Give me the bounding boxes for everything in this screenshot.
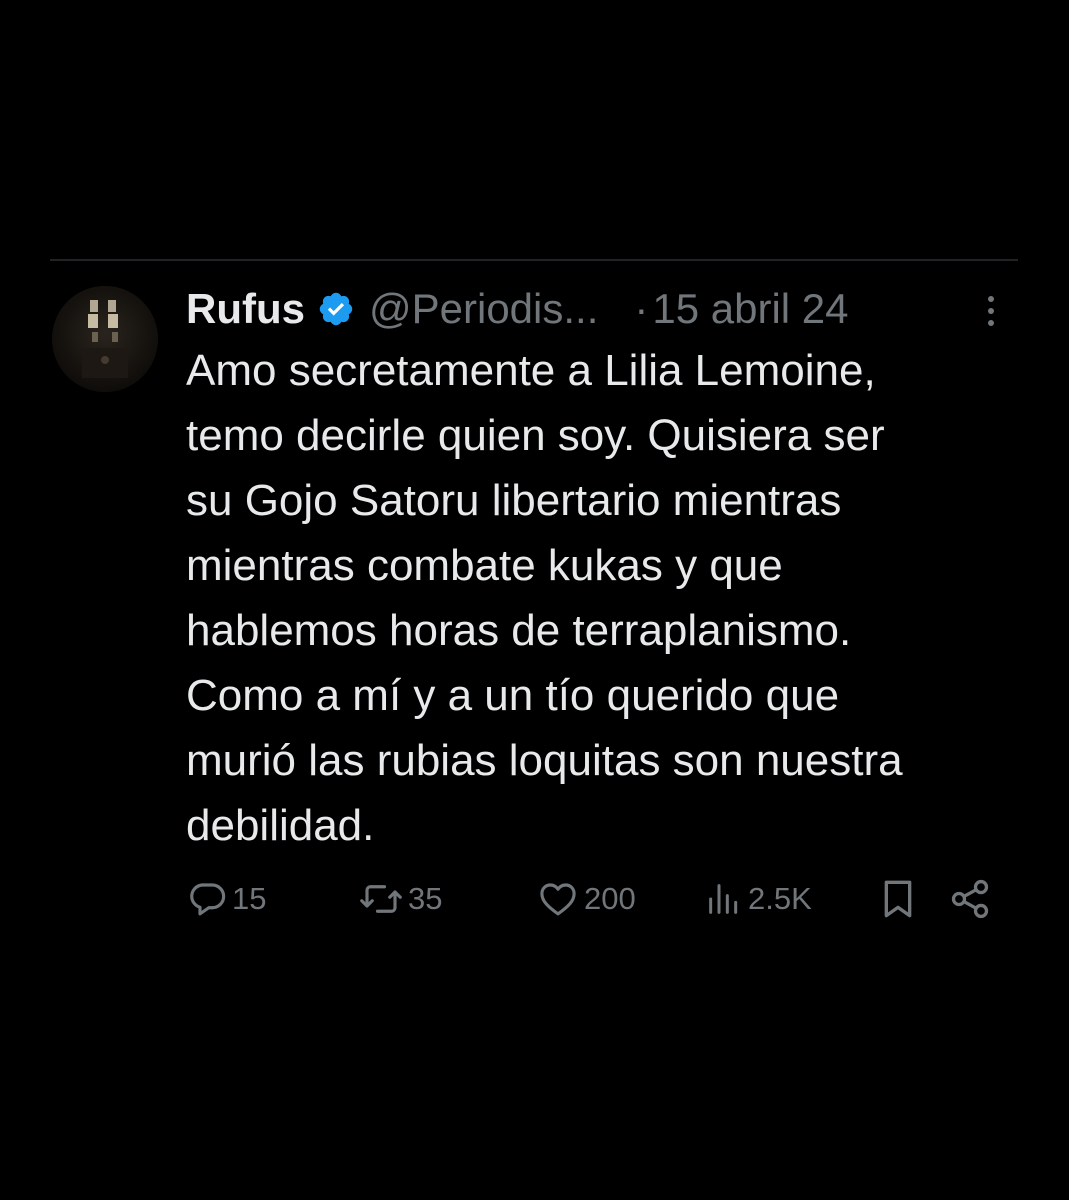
avatar[interactable]	[52, 286, 158, 392]
retweet-count: 35	[408, 881, 443, 916]
heart-icon	[536, 878, 580, 920]
views-chart-icon	[704, 878, 744, 920]
tweet-body-line: Amo secretamente a Lilia Lemoine,	[186, 346, 876, 395]
tweet-body-line: murió las rubias loquitas son nuestra	[186, 736, 903, 785]
reply-button[interactable]: 15	[186, 874, 266, 924]
tweet-body-line: debilidad.	[186, 801, 375, 850]
more-options-icon[interactable]	[984, 291, 998, 331]
views-button[interactable]: 2.5K	[704, 874, 812, 924]
tweet-actions-bar: 15 35 200 2.5K	[0, 874, 1069, 924]
tweet-body-line: su Gojo Satoru libertario mientras	[186, 476, 842, 525]
bookmark-icon	[878, 877, 918, 921]
separator-dot: ·	[634, 285, 649, 332]
verified-badge-icon	[317, 290, 355, 328]
tweet-header: Rufus @Periodis... · 15 abril 24	[186, 282, 1016, 336]
tweet-date[interactable]: 15 abril 24	[652, 285, 848, 333]
share-icon	[948, 877, 992, 921]
author-handle[interactable]: @Periodis...	[369, 285, 598, 333]
author-name[interactable]: Rufus	[186, 285, 305, 333]
tweet-body-line: Como a mí y a un tío querido que	[186, 671, 840, 720]
like-button[interactable]: 200	[536, 874, 636, 924]
tweet-divider	[50, 259, 1018, 261]
reply-icon	[186, 878, 228, 920]
avatar-photo	[52, 286, 158, 392]
bookmark-button[interactable]	[878, 874, 918, 924]
reply-count: 15	[232, 881, 267, 916]
like-count: 200	[584, 881, 636, 916]
retweet-button[interactable]: 35	[358, 874, 442, 924]
retweet-icon	[358, 878, 404, 920]
tweet-body-line: temo decirle quien soy. Quisiera ser	[186, 411, 885, 460]
tweet-body: Amo secretamente a Lilia Lemoine, temo d…	[186, 338, 1046, 858]
tweet-body-line: hablemos horas de terraplanismo.	[186, 606, 852, 655]
tweet-body-line: mientras combate kukas y que	[186, 541, 783, 590]
share-button[interactable]	[948, 874, 992, 924]
views-count: 2.5K	[748, 881, 812, 916]
